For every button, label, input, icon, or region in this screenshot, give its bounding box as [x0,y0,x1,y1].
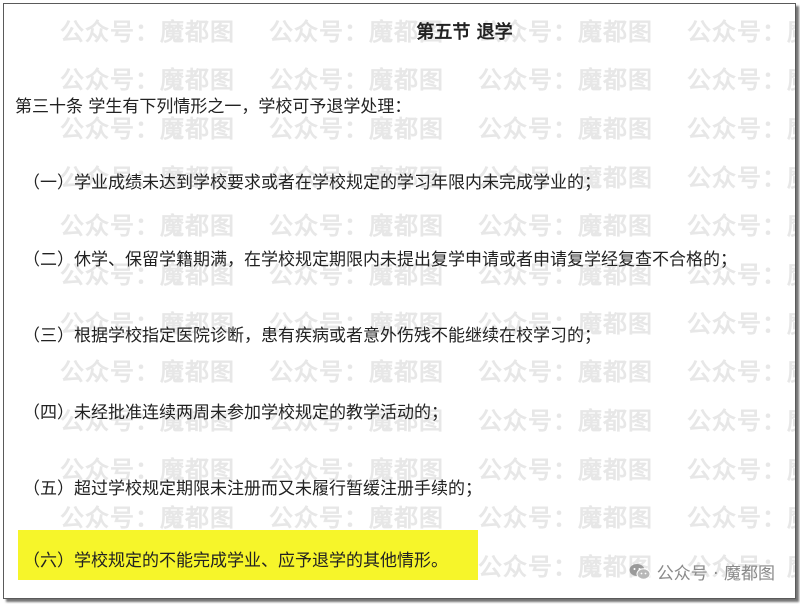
section-title: 第五节 退学 [4,18,795,44]
clause-1: （一）学业成绩未达到学校要求或者在学校规定的学习年限内未完成学业的； [23,173,601,193]
brand-text: 公众号 · 魔都图 [656,564,775,584]
document-frame: 公众号：魔都图公众号：魔都图公众号：魔都图公众号：魔都图公众号：魔都图公众号：魔… [3,3,796,599]
document-content: 第五节 退学 第三十条 学生有下列情形之一，学校可予退学处理： （一）学业成绩未… [4,4,795,598]
clause-5: （五）超过学校规定期限未注册而又未履行暂缓注册手续的； [23,479,482,499]
clause-6-highlighted: （六）学校规定的不能完成学业、应予退学的其他情形。 [23,551,448,571]
brand-signature: 公众号 · 魔都图 [629,559,775,584]
article-intro: 第三十条 学生有下列情形之一，学校可予退学处理： [15,97,412,117]
clause-4: （四）未经批准连续两周未参加学校规定的教学活动的； [23,403,448,423]
clause-2: （二）休学、保留学籍期满，在学校规定期限内未提出复学申请或者申请复学经复查不合格… [23,250,737,270]
wechat-icon [629,563,651,581]
clause-3: （三）根据学校指定医院诊断，患有疾病或者意外伤残不能继续在校学习的； [23,326,601,346]
section-title-text: 第五节 退学 [416,22,513,43]
